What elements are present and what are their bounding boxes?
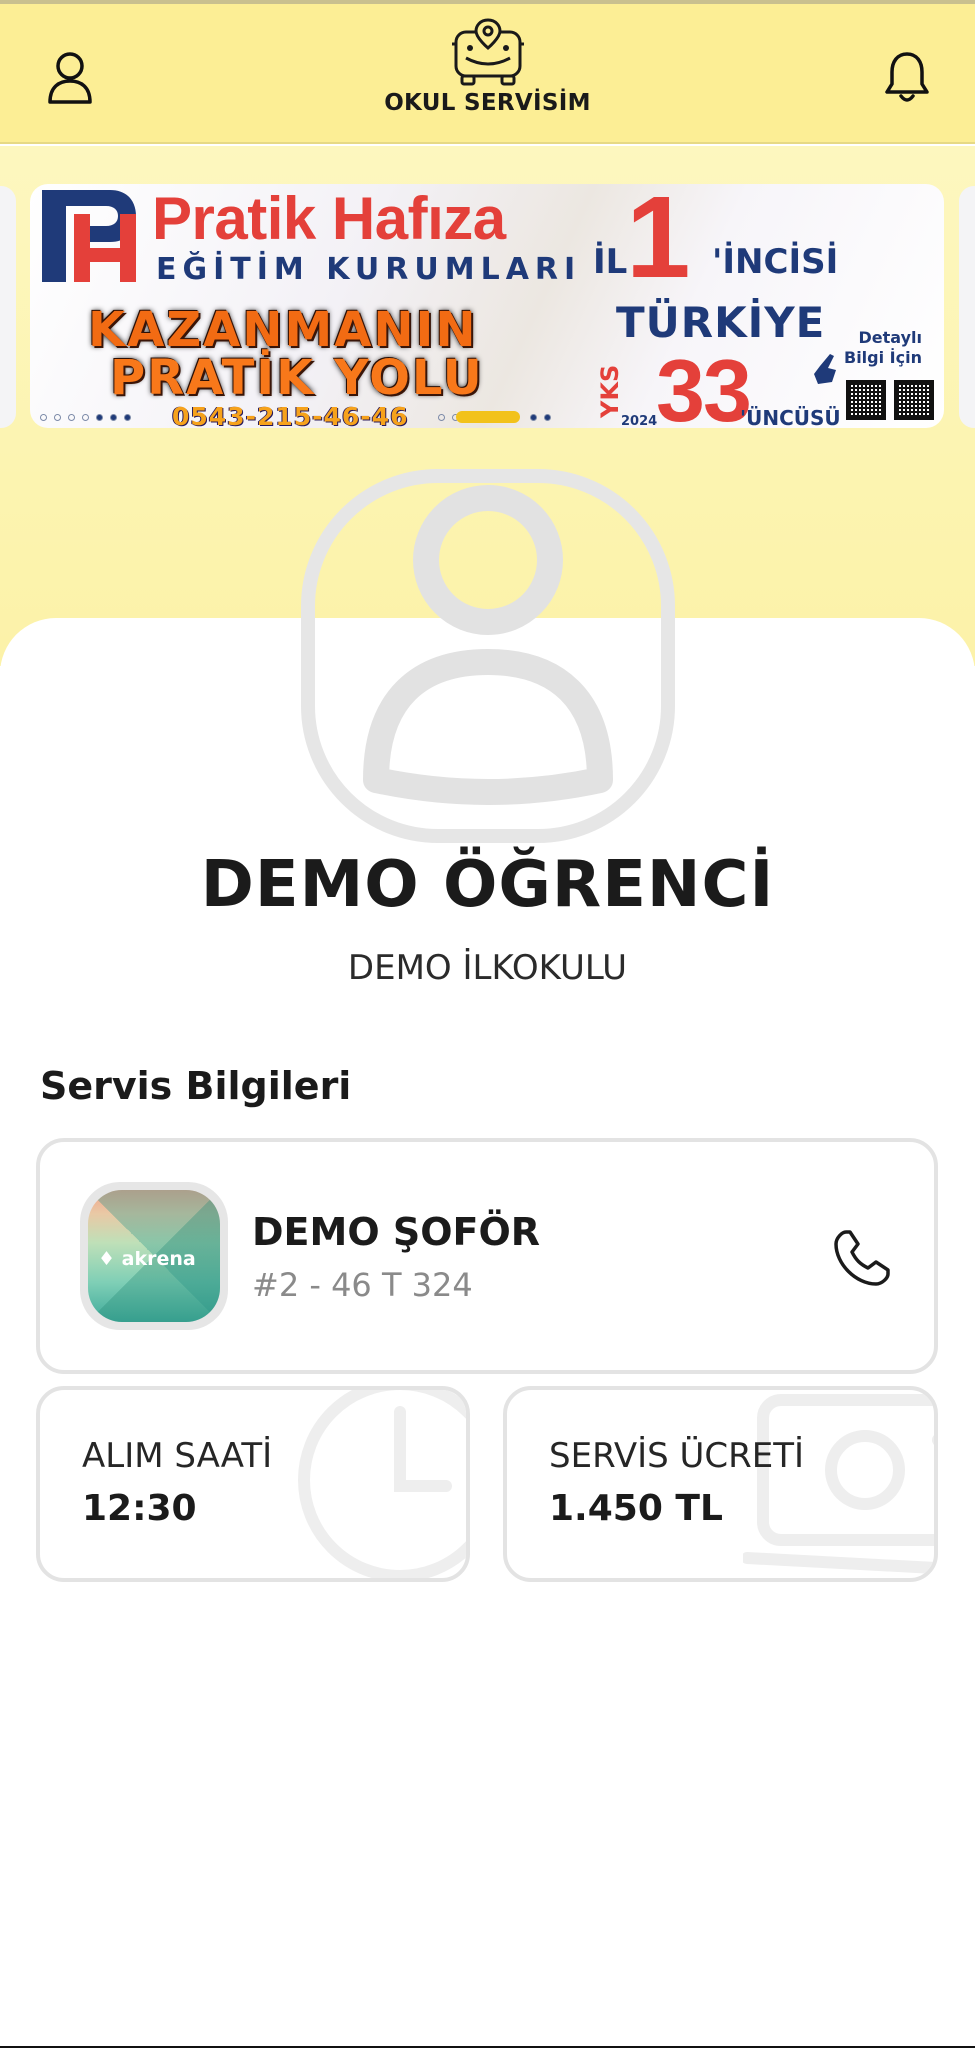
ad-banner[interactable]: Pratik Hafıza EĞİTİM KURUMLARI KAZANMANI… bbox=[30, 184, 944, 428]
money-icon bbox=[743, 1394, 934, 1574]
student-name: DEMO ÖĞRENCİ bbox=[200, 848, 775, 922]
pickup-time-card: ALIM SAATİ 12:30 bbox=[36, 1386, 470, 1582]
pickup-time-label: ALIM SAATİ bbox=[82, 1436, 273, 1476]
ad-carousel[interactable]: Pratik Hafıza EĞİTİM KURUMLARI KAZANMANI… bbox=[0, 182, 975, 432]
call-driver-button[interactable] bbox=[830, 1226, 894, 1290]
avatar-placeholder-icon bbox=[301, 469, 675, 843]
banner-detail-line1: Detaylı bbox=[858, 328, 922, 347]
app-title: OKUL SERVİSİM bbox=[384, 90, 591, 116]
banner-detail-text: Detaylı Bilgi İçin bbox=[844, 328, 922, 368]
carousel-active-indicator bbox=[456, 411, 520, 423]
section-title: Servis Bilgileri bbox=[40, 1064, 352, 1108]
pratik-hafiza-logo-icon bbox=[42, 190, 136, 282]
service-fee-card: SERVİS ÜCRETİ 1.450 TL bbox=[503, 1386, 938, 1582]
driver-logo: ♦ akrena bbox=[80, 1182, 228, 1330]
carousel-prev-slide[interactable] bbox=[0, 186, 16, 428]
notifications-button[interactable] bbox=[875, 42, 939, 112]
driver-name: DEMO ŞOFÖR bbox=[252, 1210, 541, 1254]
banner-brand-name: Pratik Hafıza bbox=[152, 185, 506, 252]
bell-icon bbox=[885, 52, 929, 102]
akrena-logo-icon: ♦ akrena bbox=[88, 1190, 220, 1322]
driver-card[interactable]: ♦ akrena DEMO ŞOFÖR #2 - 46 T 324 bbox=[36, 1138, 938, 1374]
carousel-next-slide[interactable] bbox=[959, 186, 975, 428]
pickup-time-value: 12:30 bbox=[82, 1488, 197, 1529]
banner-slogan-line2: PRATİK YOLU bbox=[110, 350, 484, 406]
app-brand: OKUL SERVİSİM bbox=[0, 18, 975, 116]
driver-logo-text: ♦ akrena bbox=[98, 1248, 196, 1270]
phone-icon bbox=[834, 1230, 890, 1286]
app-header: OKUL SERVİSİM bbox=[0, 4, 975, 144]
bus-icon bbox=[451, 18, 524, 86]
pointing-hand-icon bbox=[814, 354, 836, 384]
driver-plate: #2 - 46 T 324 bbox=[252, 1266, 473, 1304]
banner-il: İL bbox=[593, 242, 628, 282]
service-fee-value: 1.450 TL bbox=[549, 1488, 723, 1529]
banner-rank-one-suffix: 'İNCİSİ bbox=[712, 242, 839, 282]
banner-detail-line2: Bilgi İçin bbox=[844, 348, 922, 367]
banner-rank-one: 1 bbox=[626, 184, 691, 302]
clock-icon bbox=[298, 1390, 466, 1578]
banner-brand-sub: EĞİTİM KURUMLARI bbox=[156, 252, 582, 287]
school-name: DEMO İLKOKULU bbox=[347, 948, 628, 988]
service-fee-label: SERVİS ÜCRETİ bbox=[549, 1436, 805, 1476]
banner-exam: YKS bbox=[596, 364, 624, 418]
